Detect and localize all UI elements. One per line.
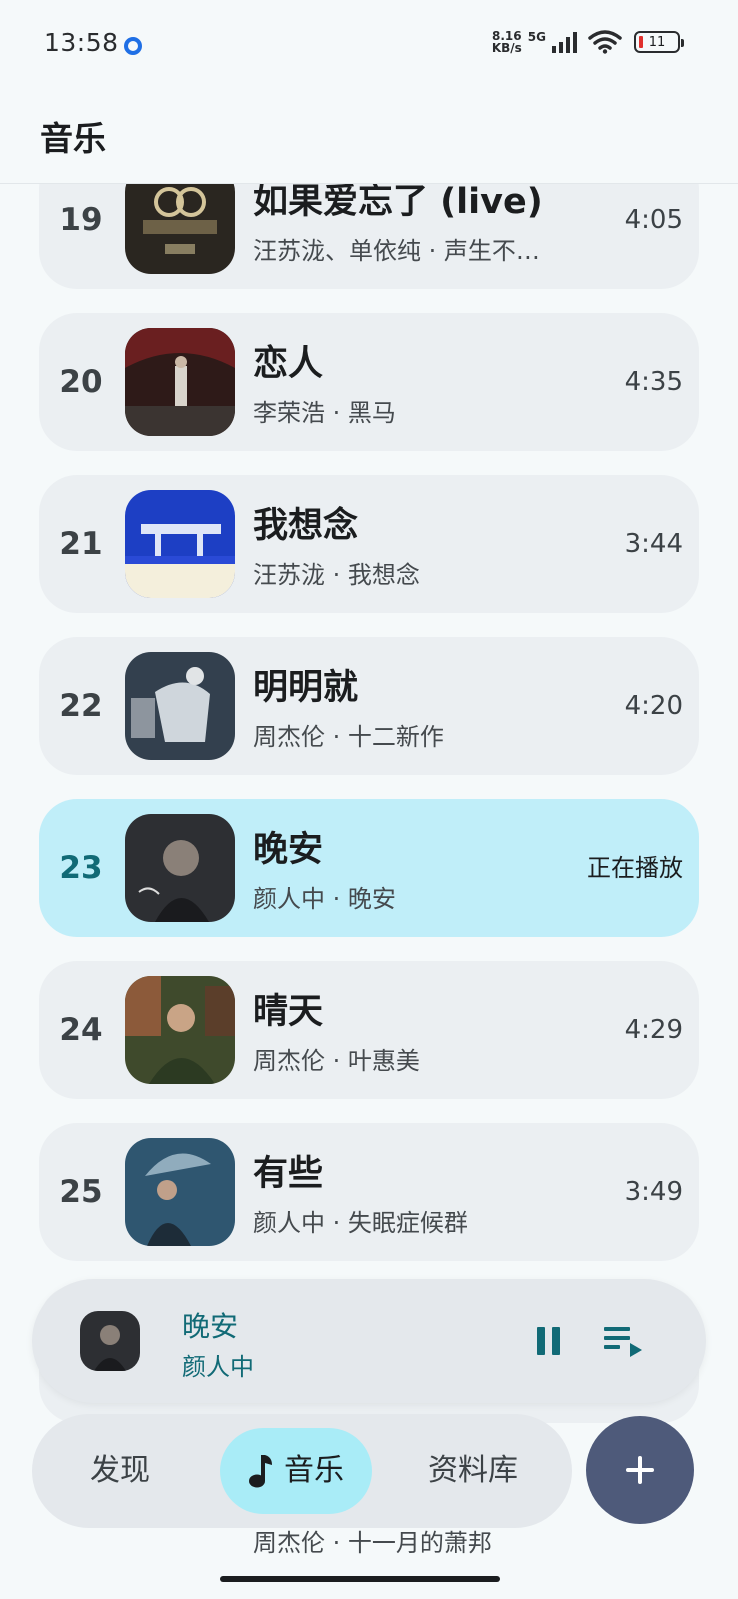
song-row[interactable]: 21 我想念 汪苏泷 · 我想念 3:44 [39,475,699,613]
mini-player-title: 晚安 [182,1310,239,1343]
song-title: 晴天 [253,992,324,1032]
album-cover [125,1138,235,1246]
location-dot-icon [124,37,142,55]
app-header: 音乐 [0,92,738,184]
gesture-bar[interactable] [220,1576,500,1582]
song-index: 22 [59,688,103,724]
nav-music-label: 音乐 [284,1453,344,1488]
song-title: 我想念 [253,506,359,546]
song-row[interactable]: 22 明明就 周杰伦 · 十二新作 4:20 [39,637,699,775]
status-indicators: 8.16 KB/s 5G 11 [492,30,684,54]
song-index: 21 [59,526,103,562]
song-title: 明明就 [253,668,359,708]
page-title: 音乐 [40,119,106,158]
mini-player-cover[interactable] [80,1311,140,1371]
nav-music[interactable]: 音乐 [220,1428,372,1514]
wifi-icon [588,30,622,54]
song-row[interactable]: 20 恋人 李荣浩 · 黑马 4:35 [39,313,699,451]
music-note-icon [249,1455,272,1488]
song-row[interactable]: 24 晴天 周杰伦 · 叶惠美 4:29 [39,961,699,1099]
song-subtitle: 周杰伦 · 十一月的萧邦 [253,1529,492,1557]
nav-discover[interactable]: 发现 [90,1414,150,1528]
song-duration: 4:29 [624,1015,683,1045]
song-duration: 4:20 [624,691,683,721]
battery-percent: 11 [648,34,666,50]
add-icon[interactable] [586,1416,694,1524]
mini-player-artist: 颜人中 [182,1353,254,1381]
song-subtitle: 汪苏泷、单依纯 · 声生不… [253,237,540,265]
status-bar: 13:58 8.16 KB/s 5G 11 [0,0,738,92]
album-cover [125,328,235,436]
song-row[interactable]: 25 有些 颜人中 · 失眠症候群 3:49 [39,1123,699,1261]
battery-level [639,36,643,48]
song-title: 恋人 [253,344,324,384]
song-subtitle: 颜人中 · 晚安 [253,885,396,913]
song-index: 20 [59,364,103,400]
network-type: 5G [527,30,546,44]
song-title: 如果爱忘了 (live) [253,184,543,222]
song-title: 有些 [253,1154,324,1194]
net-speed: 8.16 KB/s [492,30,522,54]
now-playing-label: 正在播放 [587,854,683,882]
status-time: 13:58 [44,28,119,57]
song-subtitle: 周杰伦 · 叶惠美 [253,1047,420,1075]
song-duration: 3:49 [624,1177,683,1207]
nav-library[interactable]: 资料库 [428,1414,518,1528]
song-duration: 3:44 [624,529,683,559]
song-duration: 4:05 [624,205,683,235]
song-subtitle: 李荣浩 · 黑马 [253,399,396,427]
song-subtitle: 周杰伦 · 十二新作 [253,723,444,751]
song-title: 晚安 [253,830,324,870]
song-duration: 4:35 [624,367,683,397]
song-index: 24 [59,1012,103,1048]
song-row[interactable]: 19 如果爱忘了 (live) 汪苏泷、单依纯 · 声生不… 4:05 [39,184,699,289]
album-cover [125,184,235,274]
song-index: 23 [59,850,103,886]
album-cover [125,490,235,598]
song-index: 25 [59,1174,103,1210]
net-speed-unit: KB/s [491,41,522,55]
mini-player[interactable]: 晚安 颜人中 [32,1279,706,1403]
album-cover [125,814,235,922]
album-cover [125,976,235,1084]
bottom-nav: 发现 音乐 资料库 [32,1414,572,1528]
song-row-now-playing[interactable]: 23 晚安 颜人中 · 晚安 正在播放 [39,799,699,937]
queue-icon[interactable] [600,1317,648,1365]
song-subtitle: 颜人中 · 失眠症候群 [253,1209,468,1237]
song-index: 19 [59,202,103,238]
album-cover [125,652,235,760]
battery-icon: 11 [634,31,684,53]
song-subtitle: 汪苏泷 · 我想念 [253,561,420,589]
signal-icon [552,32,577,53]
pause-icon[interactable] [526,1319,570,1363]
